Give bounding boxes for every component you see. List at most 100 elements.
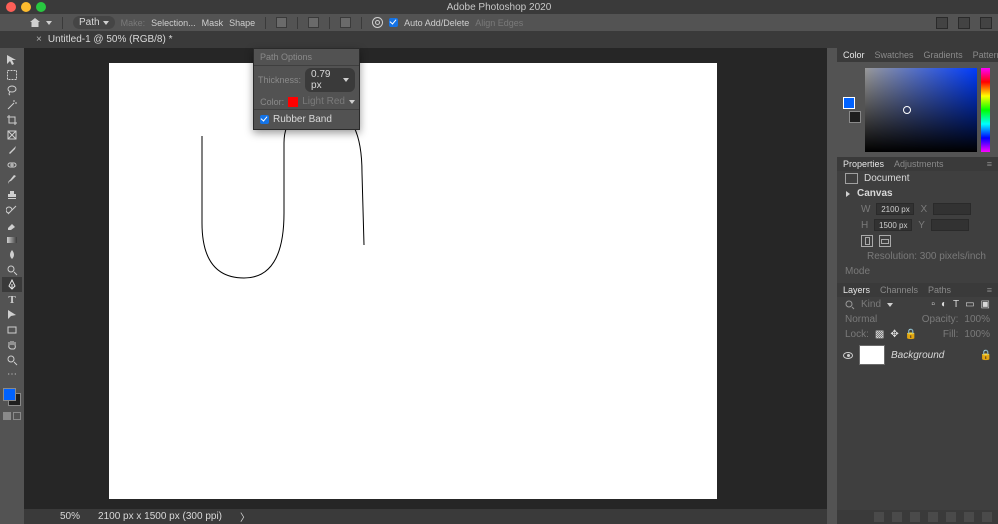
link-layers-icon[interactable] [874,512,884,522]
lock-pixels-icon[interactable]: ▩ [875,329,884,340]
marquee-tool[interactable] [2,67,22,82]
stamp-tool[interactable] [2,187,22,202]
path-alignment-icon[interactable] [308,17,319,28]
new-layer-icon[interactable] [964,512,974,522]
fill-value[interactable]: 100% [964,329,990,340]
rectangle-tool[interactable] [2,322,22,337]
lasso-tool[interactable] [2,82,22,97]
layer-mask-icon[interactable] [910,512,920,522]
lock-all-icon[interactable]: 🔒 [905,329,917,340]
move-tool[interactable] [2,52,22,67]
blur-tool[interactable] [2,247,22,262]
collapsed-panel-strip[interactable] [827,48,837,524]
layer-style-icon[interactable] [892,512,902,522]
filter-smart-icon[interactable]: ▣ [981,299,990,310]
home-caret-icon[interactable] [46,21,52,25]
path-operations-icon[interactable] [276,17,287,28]
height-field[interactable] [874,219,912,231]
canvas[interactable] [109,63,717,499]
edit-toolbar[interactable]: ⋯ [2,367,22,382]
frame-tool[interactable] [2,127,22,142]
fg-bg-mini-swatch[interactable] [843,97,861,123]
layer-row[interactable]: Background 🔒 [837,342,998,368]
home-icon[interactable] [30,18,40,27]
brush-tool[interactable] [2,172,22,187]
gradient-tool[interactable] [2,232,22,247]
landscape-orientation-button[interactable] [879,235,891,247]
panel-menu-icon[interactable]: ≡ [987,285,992,295]
crop-tool[interactable] [2,112,22,127]
tool-mode-picker[interactable]: Path [73,16,115,29]
eyedropper-tool[interactable] [2,142,22,157]
tab-gradients[interactable]: Gradients [924,50,963,60]
history-brush-tool[interactable] [2,202,22,217]
doc-dimensions[interactable]: 2100 px x 1500 px (300 ppi) [98,511,222,522]
filter-adjust-icon[interactable]: ◐ [941,299,947,310]
traffic-close[interactable] [6,2,16,12]
chevron-down-icon[interactable] [887,303,893,307]
share-icon[interactable] [980,17,992,29]
lock-icon[interactable]: 🔒 [980,350,992,361]
chevron-down-icon[interactable] [349,100,355,104]
new-fill-icon[interactable] [928,512,938,522]
gear-icon[interactable] [372,17,383,28]
opacity-value[interactable]: 100% [964,314,990,325]
canvas-area[interactable]: Path Options Thickness: 0.79 px Color: L… [24,48,827,524]
wand-tool[interactable] [2,97,22,112]
layer-thumbnail[interactable] [859,345,885,365]
chevron-down-icon[interactable] [846,191,850,197]
fg-bg-swatch[interactable] [1,386,23,408]
screen-mode-icons[interactable] [3,412,21,420]
filter-shape-icon[interactable]: ▭ [965,299,974,310]
status-caret-icon[interactable]: 〉 [240,509,250,524]
dodge-tool[interactable] [2,262,22,277]
type-tool[interactable]: T [2,292,22,307]
zoom-tool[interactable] [2,352,22,367]
filter-kind-label[interactable]: Kind [861,299,881,310]
search-icon[interactable] [845,300,855,310]
blend-mode-select[interactable]: Normal [845,314,877,325]
path-select-tool[interactable] [2,307,22,322]
tab-patterns[interactable]: Patterns [973,50,998,60]
document-tab[interactable]: × Untitled-1 @ 50% (RGB/8) * [26,31,182,48]
make-shape-button[interactable]: Shape [229,18,255,28]
filter-type-icon[interactable]: T [953,299,959,310]
eraser-tool[interactable] [2,217,22,232]
tab-close-icon[interactable]: × [36,34,42,45]
make-mask-button[interactable]: Mask [202,18,224,28]
tab-channels[interactable]: Channels [880,285,918,295]
portrait-orientation-button[interactable] [861,235,873,247]
tab-swatches[interactable]: Swatches [875,50,914,60]
hand-tool[interactable] [2,337,22,352]
canvas-section-label[interactable]: Canvas [857,188,893,199]
pen-tool[interactable] [2,277,22,292]
path-color-swatch[interactable] [288,97,298,107]
make-selection-button[interactable]: Selection... [151,18,196,28]
traffic-minimize[interactable] [21,2,31,12]
tab-paths[interactable]: Paths [928,285,951,295]
panel-menu-icon[interactable]: ≡ [987,159,992,169]
zoom-level[interactable]: 50% [60,511,80,522]
hue-slider[interactable] [981,68,990,152]
tab-properties[interactable]: Properties [843,159,884,169]
saturation-value-field[interactable] [865,68,977,152]
tab-adjustments[interactable]: Adjustments [894,159,944,169]
workspace-icon[interactable] [958,17,970,29]
lock-position-icon[interactable]: ✥ [890,329,898,340]
heal-tool[interactable] [2,157,22,172]
path-arrangement-icon[interactable] [340,17,351,28]
auto-add-delete-checkbox[interactable] [389,18,398,27]
tab-layers[interactable]: Layers [843,285,870,295]
visibility-toggle-icon[interactable] [843,352,853,359]
filter-pixel-icon[interactable]: ▫ [931,299,935,310]
width-field[interactable] [876,203,914,215]
rubber-band-checkbox[interactable] [260,115,269,124]
tab-color[interactable]: Color [843,50,865,60]
align-edges-checkbox[interactable]: Align Edges [475,18,523,28]
new-group-icon[interactable] [946,512,956,522]
layer-name[interactable]: Background [891,350,944,361]
search-icon[interactable] [936,17,948,29]
thickness-field[interactable]: 0.79 px [305,68,355,92]
delete-layer-icon[interactable] [982,512,992,522]
traffic-zoom[interactable] [36,2,46,12]
